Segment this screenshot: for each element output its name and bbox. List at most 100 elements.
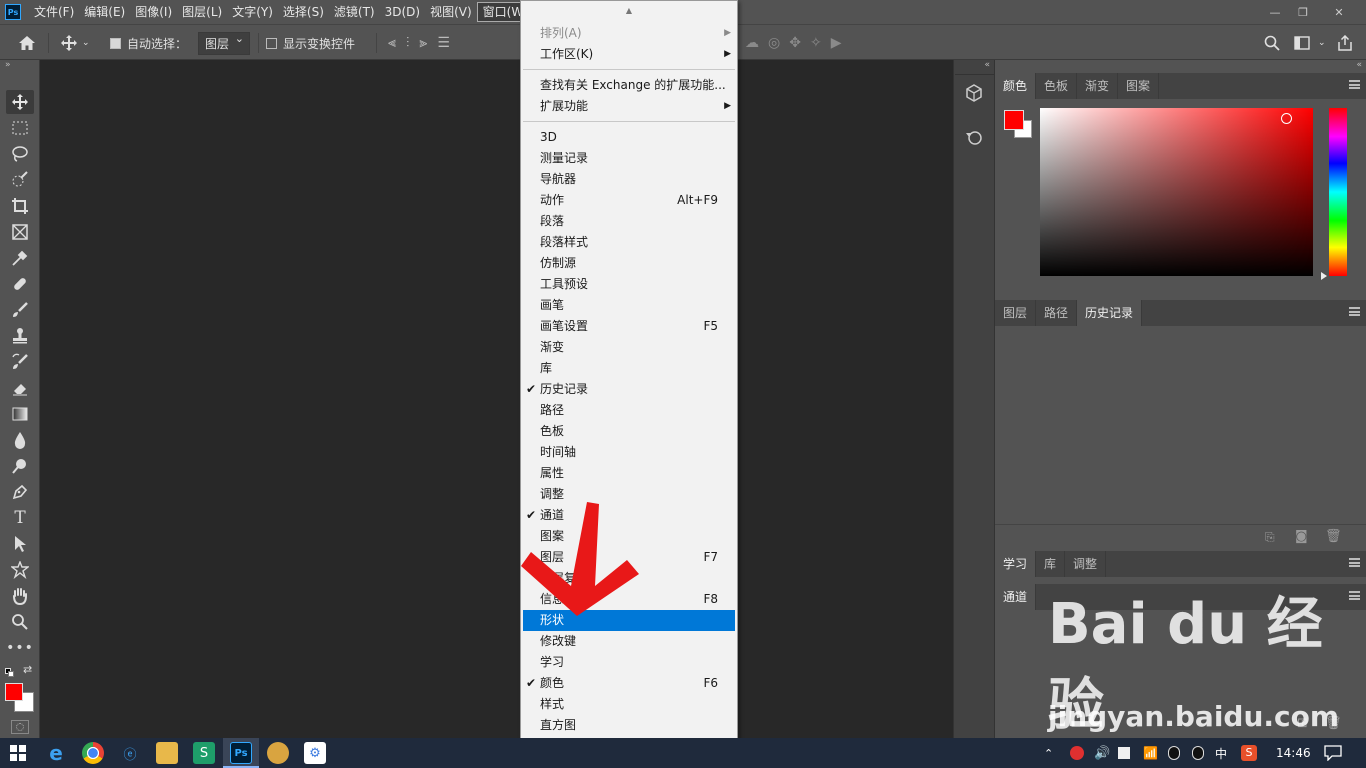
- window-menu-item[interactable]: 样式: [521, 694, 737, 715]
- panel-foreground-swatch[interactable]: [1004, 110, 1024, 130]
- brush-tool-icon[interactable]: [6, 298, 34, 322]
- window-menu-item[interactable]: 修改键: [521, 631, 737, 652]
- new-document-from-state-icon[interactable]: ⎘: [1265, 530, 1275, 545]
- 3d-slide-icon[interactable]: ✧: [810, 35, 831, 51]
- camera-snapshot-icon[interactable]: ◙: [1295, 529, 1308, 544]
- tab-learn[interactable]: 学习: [995, 551, 1037, 577]
- window-menu-item[interactable]: 库: [521, 358, 737, 379]
- 3d-roll-icon[interactable]: ◎: [768, 35, 789, 51]
- taskbar-app[interactable]: S: [186, 738, 222, 768]
- close-button[interactable]: ✕: [1324, 0, 1354, 24]
- blur-tool-icon[interactable]: [6, 428, 34, 452]
- taskbar-app[interactable]: ⚙: [297, 738, 333, 768]
- taskbar-app[interactable]: ⓔ: [112, 738, 148, 768]
- menu-3[interactable]: 图层(L): [177, 2, 227, 22]
- window-menu-item[interactable]: 色板: [521, 421, 737, 442]
- tab-libraries[interactable]: 库: [1036, 551, 1066, 577]
- security-tray-icon[interactable]: [1118, 738, 1130, 768]
- panel-menu-icon[interactable]: [1349, 558, 1360, 567]
- color-picker-cursor[interactable]: [1281, 113, 1292, 124]
- more-tools-icon[interactable]: •••: [6, 636, 34, 660]
- move-tool-preset-icon[interactable]: ⌄: [60, 25, 90, 61]
- antivirus-tray-icon[interactable]: [1070, 738, 1084, 768]
- healing-brush-tool-icon[interactable]: [6, 272, 34, 296]
- history-brush-tool-icon[interactable]: [6, 350, 34, 374]
- auto-select-checkbox[interactable]: 自动选择：: [110, 25, 187, 61]
- 3d-pan-icon[interactable]: ✥: [789, 35, 810, 51]
- window-menu-item[interactable]: 3D: [521, 127, 737, 148]
- window-menu-item[interactable]: 路径: [521, 400, 737, 421]
- window-menu-item[interactable]: 渐变: [521, 337, 737, 358]
- color-panel-swatches[interactable]: [1004, 110, 1034, 140]
- network-icon[interactable]: 📶: [1143, 738, 1158, 768]
- align-left-icon[interactable]: ⫷: [388, 35, 406, 51]
- swap-colors-icon[interactable]: ⇄: [23, 663, 32, 676]
- clone-stamp-tool-icon[interactable]: [6, 324, 34, 348]
- tray-expand-icon[interactable]: ⌃: [1044, 738, 1053, 768]
- frame-tool-icon[interactable]: [6, 220, 34, 244]
- windows-start-icon[interactable]: [10, 745, 26, 764]
- window-menu-item[interactable]: 查找有关 Exchange 的扩展功能...: [521, 75, 737, 96]
- collapse-dock-icon[interactable]: «: [984, 60, 990, 70]
- window-menu-item[interactable]: 画笔: [521, 295, 737, 316]
- hand-tool-icon[interactable]: [6, 584, 34, 608]
- eraser-tool-icon[interactable]: [6, 376, 34, 400]
- trash-icon[interactable]: 🗑: [1325, 529, 1342, 544]
- document-canvas-area[interactable]: [41, 60, 953, 738]
- hue-slider[interactable]: [1329, 108, 1347, 276]
- window-menu-item[interactable]: 动作 Alt+F9: [521, 190, 737, 211]
- history-panel-icon[interactable]: [965, 128, 983, 149]
- tab-layers[interactable]: 图层: [995, 300, 1037, 326]
- quick-selection-tool-icon[interactable]: [6, 168, 34, 192]
- taskbar-app[interactable]: Ps: [223, 738, 259, 768]
- default-colors-icon[interactable]: ⇄: [5, 663, 35, 678]
- menu-scroll-up-icon[interactable]: ▲: [521, 4, 737, 18]
- minimize-button[interactable]: —: [1260, 0, 1290, 24]
- menu-8[interactable]: 视图(V): [425, 2, 477, 22]
- window-menu-item[interactable]: 扩展功能 ▶: [521, 96, 737, 117]
- foreground-color-swatch[interactable]: [5, 683, 23, 701]
- window-menu-item[interactable]: 段落样式: [521, 232, 737, 253]
- eyedropper-tool-icon[interactable]: [6, 246, 34, 270]
- sogou-ime-icon[interactable]: S: [1241, 738, 1257, 768]
- 3d-scale-icon[interactable]: ▶: [831, 35, 851, 51]
- window-menu-item[interactable]: 工具预设: [521, 274, 737, 295]
- tab-history[interactable]: 历史记录: [1077, 300, 1143, 326]
- auto-select-target-value[interactable]: 图层: [198, 31, 251, 55]
- ime-indicator[interactable]: 中: [1215, 738, 1227, 768]
- marquee-tool-icon[interactable]: [6, 116, 34, 140]
- home-icon[interactable]: [18, 25, 36, 61]
- window-menu-item[interactable]: 画笔设置 F5: [521, 316, 737, 337]
- window-menu-item[interactable]: ✔ 颜色 F6: [521, 673, 737, 694]
- taskbar-app[interactable]: e: [38, 738, 74, 768]
- gradient-tool-icon[interactable]: [6, 402, 34, 426]
- qq-tray-icon[interactable]: [1168, 738, 1180, 768]
- lasso-tool-icon[interactable]: [6, 142, 34, 166]
- hue-slider-handle[interactable]: [1321, 272, 1327, 280]
- share-icon[interactable]: [1338, 25, 1352, 61]
- tab-adjustments[interactable]: 调整: [1065, 551, 1107, 577]
- tab-swatches[interactable]: 色板: [1036, 73, 1078, 99]
- window-menu-item[interactable]: 直方图: [521, 715, 737, 736]
- show-transform-check-icon[interactable]: [266, 37, 277, 49]
- auto-select-check-icon[interactable]: [110, 37, 121, 49]
- window-menu-item[interactable]: 段落: [521, 211, 737, 232]
- tab-paths[interactable]: 路径: [1036, 300, 1078, 326]
- crop-tool-icon[interactable]: [6, 194, 34, 218]
- window-menu-item[interactable]: 测量记录: [521, 148, 737, 169]
- color-field[interactable]: [1040, 108, 1313, 276]
- tab-patterns[interactable]: 图案: [1118, 73, 1160, 99]
- clock-time[interactable]: 14:46: [1276, 738, 1311, 768]
- notification-icon[interactable]: [1324, 738, 1342, 768]
- align-icons[interactable]: ⫷ ⫶ ⫸ ☰: [388, 25, 460, 61]
- window-menu-item[interactable]: 排列(A) ▶: [521, 23, 737, 44]
- menu-4[interactable]: 文字(Y): [227, 2, 278, 22]
- collapse-toolbar-icon[interactable]: »: [5, 60, 11, 70]
- path-selection-tool-icon[interactable]: [6, 532, 34, 556]
- window-menu-item[interactable]: ✔ 历史记录: [521, 379, 737, 400]
- window-menu-item[interactable]: 工作区(K) ▶: [521, 44, 737, 65]
- menu-1[interactable]: 编辑(E): [79, 2, 130, 22]
- window-menu-item[interactable]: 属性: [521, 463, 737, 484]
- tab-color[interactable]: 颜色: [995, 73, 1037, 99]
- menu-5[interactable]: 选择(S): [278, 2, 329, 22]
